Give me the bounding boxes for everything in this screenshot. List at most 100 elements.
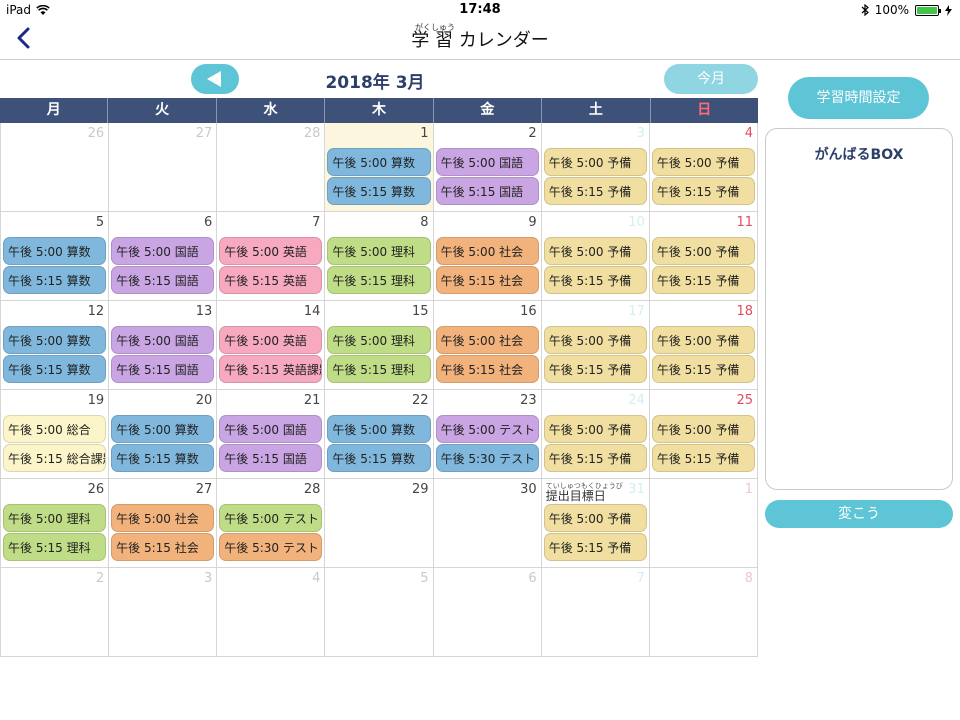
day-cell[interactable]: 24 午後 5:00 予備 午後 5:15 予備 [542,390,650,478]
event-item[interactable]: 午後 5:00 英語 [219,326,323,354]
event-item[interactable]: 午後 5:00 英語 [219,237,323,265]
day-cell[interactable]: 27 午後 5:00 社会 午後 5:15 社会 [109,479,218,567]
event-item[interactable]: 午後 5:15 社会 [111,533,215,561]
prev-month-button[interactable] [191,64,239,94]
day-cell[interactable]: 26 [0,123,110,211]
day-cell[interactable]: 17 午後 5:00 予備 午後 5:15 予備 [542,301,650,389]
event-item[interactable]: 午後 5:00 社会 [435,237,539,265]
event-item[interactable]: 午後 5:00 予備 [651,148,755,176]
event-item[interactable]: 午後 5:15 予備 [543,444,647,472]
event-item[interactable]: 午後 5:15 予備 [543,355,647,383]
event-item[interactable]: 午後 5:00 国語 [219,415,323,443]
event-item[interactable]: 午後 5:00 国語 [111,237,215,265]
event-item[interactable]: 午後 5:15 英語 [219,266,323,294]
day-cell[interactable]: 26 午後 5:00 理科 午後 5:15 理科 [0,479,110,567]
event-item[interactable]: 午後 5:00 理科 [327,326,431,354]
day-cell[interactable]: 1 午後 5:00 算数 午後 5:15 算数 [325,123,434,211]
event-item[interactable]: 午後 5:15 予備 [651,444,755,472]
day-cell[interactable]: 20 午後 5:00 算数 午後 5:15 算数 [109,390,218,478]
day-cell[interactable]: 23 午後 5:00 テスト 午後 5:30 テスト [434,390,542,478]
event-item[interactable]: 午後 5:00 算数 [327,148,431,176]
event-item[interactable]: 午後 5:00 テスト [219,504,323,532]
day-cell[interactable]: 5 [325,568,434,656]
day-cell[interactable]: 7 午後 5:00 英語 午後 5:15 英語 [217,212,326,300]
event-item[interactable]: 午後 5:00 総合 [3,415,107,443]
day-cell[interactable]: 3 [109,568,218,656]
event-item[interactable]: 午後 5:15 理科 [327,355,431,383]
event-item[interactable]: 午後 5:00 予備 [651,326,755,354]
event-item[interactable]: 午後 5:15 国語 [111,355,215,383]
day-cell[interactable]: 10 午後 5:00 予備 午後 5:15 予備 [542,212,650,300]
event-item[interactable]: 午後 5:00 算数 [327,415,431,443]
event-item[interactable]: 午後 5:15 総合課題 [3,444,107,472]
event-item[interactable]: 午後 5:15 国語 [435,177,539,205]
change-button[interactable]: 変こう [765,500,953,528]
day-cell[interactable]: 16 午後 5:00 社会 午後 5:15 社会 [434,301,542,389]
day-cell[interactable]: 19 午後 5:00 総合 午後 5:15 総合課題 [0,390,110,478]
day-cell[interactable]: 4 午後 5:00 予備 午後 5:15 予備 [650,123,758,211]
event-item[interactable]: 午後 5:15 算数 [327,177,431,205]
day-cell[interactable]: 11 午後 5:00 予備 午後 5:15 予備 [650,212,758,300]
event-item[interactable]: 午後 5:00 予備 [543,148,647,176]
day-cell[interactable]: 28 午後 5:00 テスト 午後 5:30 テスト [217,479,326,567]
day-cell[interactable]: 3 午後 5:00 予備 午後 5:15 予備 [542,123,650,211]
day-cell[interactable]: 8 午後 5:00 理科 午後 5:15 理科 [325,212,434,300]
day-cell[interactable]: 25 午後 5:00 予備 午後 5:15 予備 [650,390,758,478]
event-item[interactable]: 午後 5:00 理科 [3,504,107,532]
event-item[interactable]: 午後 5:15 算数 [3,355,107,383]
day-cell[interactable]: 27 [109,123,218,211]
event-item[interactable]: 午後 5:00 理科 [327,237,431,265]
day-cell[interactable]: 30 [434,479,542,567]
event-item[interactable]: 午後 5:00 国語 [435,148,539,176]
event-item[interactable]: 午後 5:00 予備 [543,415,647,443]
current-month-button[interactable]: 今月 [664,64,758,94]
event-item[interactable]: 午後 5:15 予備 [543,266,647,294]
day-cell[interactable]: 13 午後 5:00 国語 午後 5:15 国語 [109,301,218,389]
day-cell[interactable]: 28 [217,123,326,211]
day-cell[interactable]: 9 午後 5:00 社会 午後 5:15 社会 [434,212,542,300]
event-item[interactable]: 午後 5:15 理科 [3,533,107,561]
day-cell[interactable]: 6 午後 5:00 国語 午後 5:15 国語 [109,212,218,300]
event-item[interactable]: 午後 5:00 予備 [543,237,647,265]
event-item[interactable]: 午後 5:00 予備 [543,504,647,532]
event-item[interactable]: 午後 5:15 国語 [111,266,215,294]
event-item[interactable]: 午後 5:00 国語 [111,326,215,354]
event-item[interactable]: 午後 5:15 社会 [435,355,539,383]
event-item[interactable]: 午後 5:15 社会 [435,266,539,294]
event-item[interactable]: 午後 5:15 予備 [543,177,647,205]
event-item[interactable]: 午後 5:15 英語課題 [219,355,323,383]
event-item[interactable]: 午後 5:00 算数 [3,326,107,354]
day-cell[interactable]: 5 午後 5:00 算数 午後 5:15 算数 [0,212,110,300]
day-cell[interactable]: 18 午後 5:00 予備 午後 5:15 予備 [650,301,758,389]
day-cell[interactable]: 2 午後 5:00 国語 午後 5:15 国語 [434,123,542,211]
event-item[interactable]: 午後 5:00 社会 [111,504,215,532]
day-cell[interactable]: 7 [542,568,650,656]
event-item[interactable]: 午後 5:00 テスト [435,415,539,443]
event-item[interactable]: 午後 5:15 算数 [327,444,431,472]
day-cell[interactable]: 2 [0,568,110,656]
event-item[interactable]: 午後 5:15 予備 [651,266,755,294]
event-item[interactable]: 午後 5:00 算数 [3,237,107,265]
day-cell[interactable]: 29 [325,479,434,567]
day-cell[interactable]: 22 午後 5:00 算数 午後 5:15 算数 [325,390,434,478]
study-time-settings-button[interactable]: 学習時間設定 [788,77,929,119]
event-item[interactable]: 午後 5:00 社会 [435,326,539,354]
day-cell[interactable]: 21 午後 5:00 国語 午後 5:15 国語 [217,390,326,478]
event-item[interactable]: 午後 5:30 テスト [435,444,539,472]
event-item[interactable]: 午後 5:30 テスト [219,533,323,561]
day-cell[interactable]: 12 午後 5:00 算数 午後 5:15 算数 [0,301,110,389]
event-item[interactable]: 午後 5:00 予備 [651,415,755,443]
event-item[interactable]: 午後 5:00 予備 [543,326,647,354]
event-item[interactable]: 午後 5:15 算数 [111,444,215,472]
day-cell[interactable]: 31 ていしゅつもくひょうび 提出目標日 午後 5:00 予備 午後 5:15 予備 [542,479,650,567]
event-item[interactable]: 午後 5:15 理科 [327,266,431,294]
day-cell[interactable]: 14 午後 5:00 英語 午後 5:15 英語課題 [217,301,326,389]
event-item[interactable]: 午後 5:00 算数 [111,415,215,443]
day-cell[interactable]: 6 [434,568,542,656]
event-item[interactable]: 午後 5:15 算数 [3,266,107,294]
event-item[interactable]: 午後 5:15 予備 [651,177,755,205]
day-cell[interactable]: 8 [650,568,758,656]
day-cell[interactable]: 15 午後 5:00 理科 午後 5:15 理科 [325,301,434,389]
event-item[interactable]: 午後 5:15 国語 [219,444,323,472]
event-item[interactable]: 午後 5:15 予備 [543,533,647,561]
